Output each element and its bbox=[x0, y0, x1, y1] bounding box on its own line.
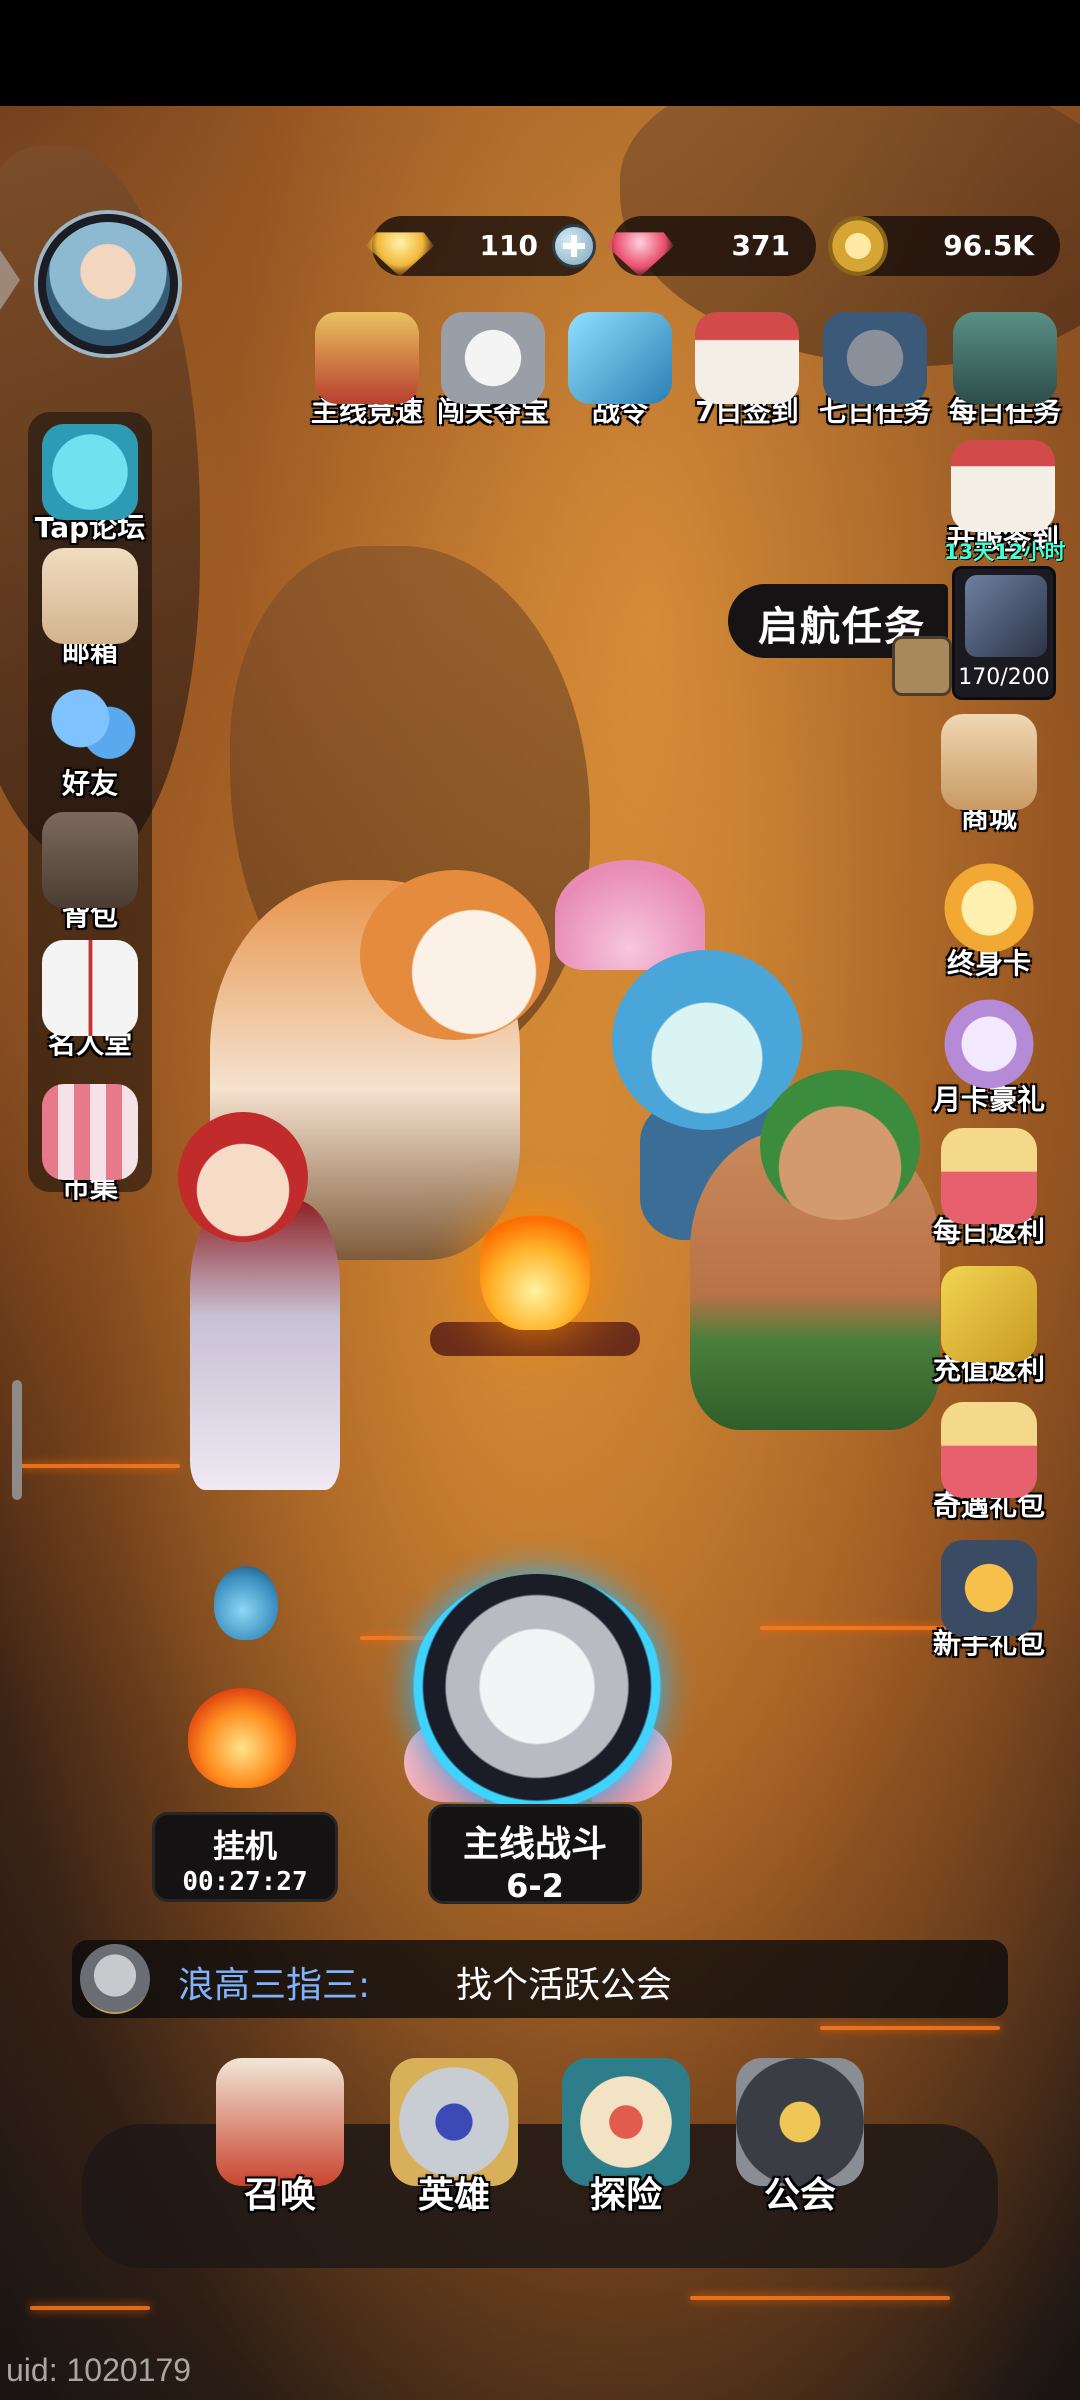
gold-coin-icon bbox=[828, 216, 888, 276]
friends-button[interactable]: 好友 bbox=[15, 680, 165, 802]
backpack-button[interactable]: 背包 bbox=[15, 812, 165, 934]
wolf-crest-icon bbox=[441, 312, 545, 404]
quest-board-icon bbox=[953, 312, 1057, 404]
summon-button[interactable]: 召唤 bbox=[210, 2058, 350, 2218]
shop-button[interactable]: 商城 bbox=[914, 714, 1064, 836]
summon-label: 召唤 bbox=[243, 2175, 316, 2216]
adventure-pack-button[interactable]: 奇遇礼包 bbox=[914, 1402, 1064, 1524]
newbie-pack-button[interactable]: 新手礼包 bbox=[914, 1540, 1064, 1662]
calendar-10-icon bbox=[951, 440, 1055, 532]
trophy-shield-icon bbox=[315, 312, 419, 404]
friends-icon bbox=[42, 680, 138, 776]
main-battle-button[interactable]: 主线战斗 6-2 bbox=[428, 1804, 642, 1905]
coin-counter: 96.5K bbox=[828, 216, 1060, 276]
crown-icon bbox=[941, 860, 1037, 956]
hall-of-fame-button[interactable]: 名人堂 bbox=[15, 940, 165, 1062]
red-mage-character[interactable] bbox=[190, 1200, 340, 1490]
shop-bag-icon bbox=[941, 714, 1037, 810]
chat-message: 找个活跃公会 bbox=[456, 1965, 673, 2006]
chat-bar[interactable]: 浪高三指三: 找个活跃公会 bbox=[72, 1940, 1008, 2018]
lava-crack bbox=[20, 1464, 180, 1468]
player-avatar[interactable] bbox=[38, 214, 178, 354]
chat-bubble-icon bbox=[42, 424, 138, 520]
tap-forum-button[interactable]: Tap论坛 bbox=[15, 424, 165, 546]
lava-crack bbox=[30, 2306, 150, 2310]
add-gems-button[interactable] bbox=[552, 224, 596, 268]
sword-icon bbox=[965, 575, 1047, 657]
market-button[interactable]: 市集 bbox=[15, 1084, 165, 1206]
monthly-card-button[interactable]: 月卡豪礼 bbox=[914, 996, 1064, 1118]
treasure-hunt-button[interactable]: 闯关夺宝 bbox=[418, 312, 568, 430]
idle-timer: 00:27:27 bbox=[182, 1867, 308, 1897]
battle-pass-button[interactable]: 战令 bbox=[548, 312, 692, 430]
popcorn-gift-icon bbox=[941, 1402, 1037, 1498]
daily-rebate-button[interactable]: 每日返利 bbox=[914, 1128, 1064, 1250]
idle-flame-icon[interactable] bbox=[188, 1688, 296, 1788]
user-id: uid: 1020179 bbox=[6, 2352, 192, 2388]
scroll-indicator bbox=[12, 1380, 22, 1500]
wolf-emblem-icon[interactable] bbox=[408, 1574, 666, 1824]
feather-pass-icon bbox=[568, 312, 672, 404]
hall-of-fame-icon bbox=[42, 940, 138, 1036]
tribal-warrior-head bbox=[760, 1070, 920, 1220]
seven-day-tasks-button[interactable]: 七日任务 bbox=[800, 312, 950, 430]
idle-button[interactable]: 挂机 00:27:27 bbox=[152, 1812, 338, 1902]
lava-crack bbox=[820, 2026, 1000, 2030]
match-ticket-icon bbox=[941, 1266, 1037, 1362]
knight-avatar-icon bbox=[80, 1944, 150, 2014]
main-battle-label: 主线战斗 bbox=[462, 1824, 607, 1865]
daily-tasks-button[interactable]: 每日任务 bbox=[930, 312, 1080, 430]
mission-hero-badge-icon bbox=[892, 636, 952, 696]
market-stall-icon bbox=[42, 1084, 138, 1180]
mailbox-button[interactable]: 邮箱 bbox=[15, 548, 165, 670]
pink-gem-value: 371 bbox=[731, 229, 790, 262]
lifetime-card-button[interactable]: 终身卡 bbox=[914, 860, 1064, 982]
coin-value: 96.5K bbox=[943, 229, 1034, 262]
popcorn-gift-icon bbox=[941, 1128, 1037, 1224]
heroes-label: 英雄 bbox=[417, 2175, 490, 2216]
heroes-button[interactable]: 英雄 bbox=[384, 2058, 524, 2218]
gold-gem-value: 110 bbox=[479, 229, 538, 262]
guild-button[interactable]: 公会 bbox=[730, 2058, 870, 2218]
chat-sender-name: 浪高三指三: bbox=[178, 1965, 371, 2006]
recharge-rebate-button[interactable]: 充值返利 bbox=[914, 1266, 1064, 1388]
calendar-5-icon bbox=[695, 312, 799, 404]
potion-icon[interactable] bbox=[214, 1566, 278, 1640]
mail-icon bbox=[42, 548, 138, 644]
idle-label: 挂机 bbox=[212, 1827, 277, 1865]
status-bar bbox=[0, 0, 1080, 106]
guild-label: 公会 bbox=[763, 2175, 836, 2216]
lava-crack bbox=[690, 2296, 950, 2300]
ssr-card-icon bbox=[941, 996, 1037, 1092]
explore-button[interactable]: 探险 bbox=[556, 2058, 696, 2218]
gold-chest-icon bbox=[941, 1540, 1037, 1636]
server-signin-countdown: 13天12小时 bbox=[944, 540, 1066, 564]
voyage-mission-reward[interactable]: 170/200 bbox=[952, 566, 1056, 700]
tiger-head bbox=[360, 870, 550, 1040]
red-mage-head bbox=[178, 1112, 308, 1242]
explore-label: 探险 bbox=[589, 2175, 662, 2216]
backpack-icon bbox=[42, 812, 138, 908]
voyage-mission-progress: 170/200 bbox=[958, 665, 1050, 690]
helmet-icon bbox=[823, 312, 927, 404]
pink-gem-counter: 371 bbox=[606, 216, 816, 277]
campfire-flame bbox=[480, 1200, 590, 1330]
main-battle-stage: 6-2 bbox=[506, 1867, 564, 1905]
gold-gem-counter: 110 bbox=[366, 216, 596, 277]
